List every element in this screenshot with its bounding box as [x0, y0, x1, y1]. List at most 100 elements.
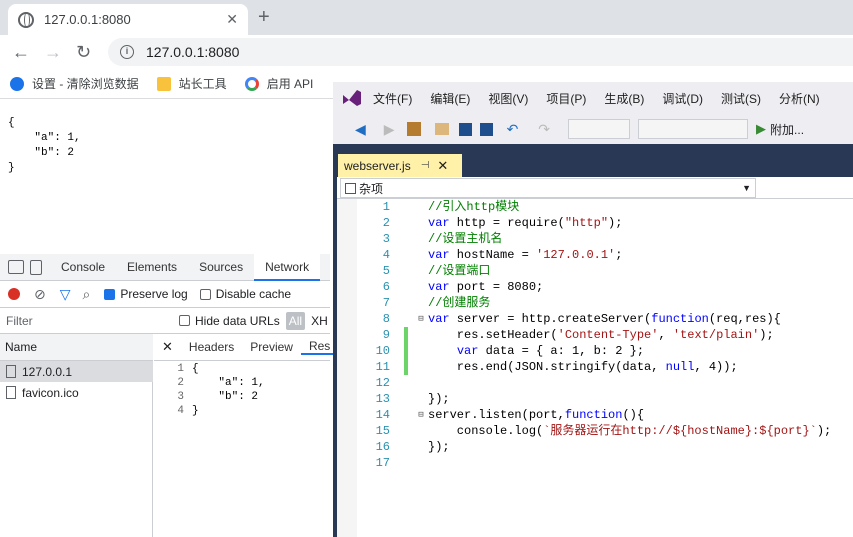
pin-icon[interactable]: ⊣ [421, 160, 430, 171]
redo-icon[interactable]: ↷ [538, 121, 550, 138]
tab-console[interactable]: Console [50, 254, 116, 281]
config-dropdown[interactable] [568, 119, 631, 139]
line-number: 15 [375, 424, 390, 438]
code-line[interactable]: 4 var hostName = '127.0.0.1'; [360, 247, 853, 263]
code-line[interactable]: 10 var data = { a: 1, b: 2 }; [360, 343, 853, 359]
reload-icon[interactable]: ↻ [76, 42, 91, 63]
disable-cache-label: Disable cache [215, 287, 292, 301]
code-line[interactable]: 12 [360, 375, 853, 391]
preserve-log-checkbox[interactable] [104, 288, 116, 300]
tab-title: 127.0.0.1:8080 [44, 12, 131, 27]
new-tab-button[interactable]: + [258, 6, 270, 29]
code-text: }); [428, 392, 450, 406]
line-number: 16 [375, 440, 390, 454]
open-icon[interactable] [434, 123, 449, 135]
back-icon[interactable]: ← [12, 42, 30, 63]
code-line[interactable]: 8 ⊟ var server = http.createServer(functio… [360, 311, 853, 327]
code-line[interactable]: 3 //设置主机名 [360, 231, 853, 247]
vs-menu-item[interactable]: 测试(S) [721, 90, 761, 107]
new-project-icon[interactable] [406, 122, 421, 136]
address-bar[interactable]: i 127.0.0.1:8080 [108, 38, 853, 66]
devtools-tabs: Console Elements Sources Network [0, 253, 330, 281]
navigate-back-icon[interactable]: ◀ [355, 121, 366, 138]
fold-gutter [414, 455, 428, 471]
response-line: 4} [154, 404, 330, 418]
tab-elements[interactable]: Elements [116, 254, 188, 281]
code-line[interactable]: 13}); [360, 391, 853, 407]
forward-icon[interactable]: → [44, 42, 62, 63]
disable-cache-checkbox[interactable] [199, 288, 211, 300]
code-line[interactable]: 9 res.setHeader('Content-Type', 'text/pl… [360, 327, 853, 343]
fold-gutter [414, 247, 428, 263]
filter-input[interactable]: Filter [6, 314, 166, 328]
search-icon[interactable]: ⌕ [83, 286, 91, 303]
undo-icon[interactable]: ↶ [507, 121, 519, 138]
fold-icon[interactable]: ⊟ [414, 407, 428, 423]
request-row[interactable]: favicon.ico [0, 382, 153, 403]
save-all-icon[interactable] [479, 122, 493, 136]
vs-menu-item[interactable]: 分析(N) [779, 90, 820, 107]
code-line[interactable]: 11 res.end(JSON.stringify(data, null, 4)… [360, 359, 853, 375]
close-icon[interactable]: ✕ [437, 158, 448, 174]
start-icon[interactable]: ▶ [756, 121, 766, 137]
tab-sources[interactable]: Sources [188, 254, 254, 281]
name-column-header[interactable]: Name [0, 334, 153, 361]
fold-icon[interactable]: ⊟ [414, 311, 428, 327]
clear-icon[interactable]: ⊘ [34, 286, 46, 303]
inspect-icon[interactable] [8, 260, 24, 274]
bookmark-api[interactable]: 启用 API [244, 75, 313, 92]
code-line[interactable]: 6 var port = 8080; [360, 279, 853, 295]
vs-menu-item[interactable]: 生成(B) [604, 90, 644, 107]
vs-menu-item[interactable]: 文件(F) [373, 90, 412, 107]
save-icon[interactable] [458, 122, 472, 136]
device-toggle-icon[interactable] [30, 259, 42, 275]
code-line[interactable]: 2 var http = require("http"); [360, 215, 853, 231]
gutter [404, 279, 414, 295]
fold-gutter [414, 279, 428, 295]
url-text: 127.0.0.1:8080 [146, 44, 240, 60]
code-line[interactable]: 5 //设置端口 [360, 263, 853, 279]
hide-data-urls-checkbox[interactable] [179, 315, 190, 326]
tab-network[interactable]: Network [254, 253, 321, 281]
attach-button[interactable]: 附加... [770, 121, 804, 138]
line-number: 11 [375, 360, 390, 374]
scope-dropdown[interactable]: 杂项 ▼ [340, 178, 756, 198]
tab-preview[interactable]: Preview [242, 340, 301, 354]
code-line[interactable]: 1 //引入http模块 [360, 199, 853, 215]
request-row[interactable]: 127.0.0.1 [0, 361, 153, 382]
fold-gutter [414, 343, 428, 359]
bookmark-folder[interactable]: 站长工具 [156, 75, 227, 92]
code-text: console.log(`服务器运行在http://${hostName}:${… [428, 424, 832, 438]
code-line[interactable]: 7 //创建服务 [360, 295, 853, 311]
bookmark-settings[interactable]: 设置 - 清除浏览数据 [10, 75, 139, 92]
fold-gutter [414, 215, 428, 231]
filter-all-button[interactable]: All [285, 311, 306, 330]
code-line[interactable]: 15 console.log(`服务器运行在http://${hostName}… [360, 423, 853, 439]
platform-dropdown[interactable] [638, 119, 749, 139]
vs-menu-item[interactable]: 项目(P) [546, 90, 586, 107]
navigate-forward-icon[interactable]: ▶ [384, 121, 395, 138]
vs-menu-item[interactable]: 调试(D) [662, 90, 703, 107]
code-line[interactable]: 17 [360, 455, 853, 471]
folder-icon [156, 76, 171, 91]
code-text: var data = { a: 1, b: 2 }; [456, 344, 645, 358]
gear-icon [10, 76, 24, 91]
record-icon[interactable] [8, 288, 20, 300]
filter-icon[interactable]: ▽ [60, 286, 71, 303]
tab-headers[interactable]: Headers [181, 340, 242, 354]
code-line[interactable]: 14 ⊟ server.listen(port,function(){ [360, 407, 853, 423]
line-number: 1 [177, 363, 184, 375]
fold-gutter [414, 199, 428, 215]
browser-tab[interactable]: 127.0.0.1:8080 ✕ [8, 4, 248, 35]
gutter [404, 455, 414, 471]
vs-menu-item[interactable]: 编辑(E) [430, 90, 470, 107]
gutter [404, 423, 414, 439]
vs-menu-item[interactable]: 视图(V) [488, 90, 528, 107]
code-line[interactable]: 16}); [360, 439, 853, 455]
doc-tab-webserver[interactable]: webserver.js ⊣ ✕ [338, 154, 462, 177]
filter-xhr-button[interactable]: XH [311, 314, 328, 328]
info-icon[interactable]: i [120, 45, 134, 59]
vs-menubar: 文件(F) 编辑(E) 视图(V) 项目(P) 生成(B) 调试(D) 测试(S) 分析(N) [333, 82, 853, 114]
close-icon[interactable]: ✕ [154, 339, 181, 355]
close-tab-icon[interactable]: ✕ [226, 11, 238, 28]
